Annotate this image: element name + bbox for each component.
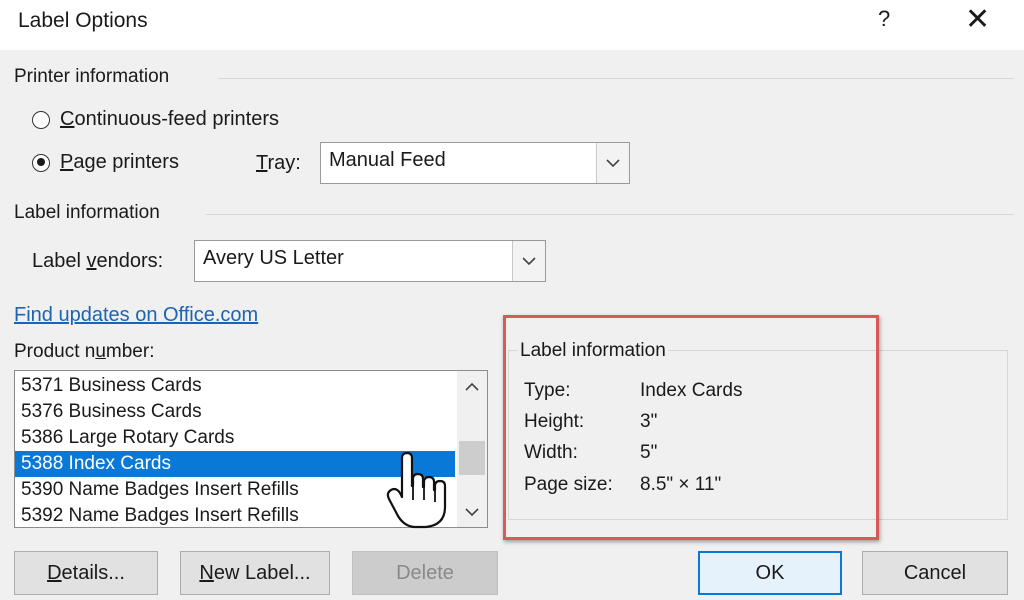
list-scrollbar[interactable]: [457, 371, 487, 527]
list-item[interactable]: 5371 Business Cards: [15, 373, 455, 399]
new-label-button[interactable]: New Label...: [180, 551, 330, 595]
find-updates-link[interactable]: Find updates on Office.com: [14, 304, 258, 327]
details-button[interactable]: Details...: [14, 551, 158, 595]
printer-info-heading: Printer information: [14, 66, 170, 87]
dialog-title: Label Options: [18, 9, 148, 32]
hand-pointer-icon: [386, 451, 448, 535]
page-printers-label: Page printers: [60, 151, 179, 173]
product-number-label: Product number:: [14, 341, 155, 362]
radio-circle-checked[interactable]: [32, 153, 50, 172]
chevron-down-icon[interactable]: [457, 499, 487, 525]
chevron-down-icon[interactable]: [596, 143, 629, 183]
label-vendors-label: Label vendors:: [32, 250, 164, 272]
tray-dropdown[interactable]: Manual Feed: [320, 142, 630, 184]
help-icon[interactable]: ?: [878, 6, 890, 32]
label-info-heading: Label information: [14, 202, 160, 223]
tray-value: Manual Feed: [329, 149, 446, 171]
ok-button[interactable]: OK: [698, 551, 842, 595]
group-divider: [218, 78, 1014, 79]
tray-label: Tray:: [256, 152, 301, 174]
chevron-down-icon[interactable]: [512, 241, 545, 281]
highlight-annotation: [503, 315, 879, 540]
radio-circle[interactable]: [32, 110, 50, 129]
close-icon[interactable]: ✕: [965, 2, 990, 37]
continuous-feed-label: Continuous-feed printers: [60, 108, 280, 130]
label-vendors-dropdown[interactable]: Avery US Letter: [194, 240, 546, 282]
page-printers-radio[interactable]: Page printers: [32, 151, 179, 174]
list-item[interactable]: 5386 Large Rotary Cards: [15, 425, 455, 451]
group-divider: [206, 214, 1014, 215]
chevron-up-icon[interactable]: [457, 373, 487, 399]
scrollbar-thumb[interactable]: [459, 441, 485, 475]
cancel-button[interactable]: Cancel: [862, 551, 1008, 595]
delete-button[interactable]: Delete: [352, 551, 498, 595]
title-bar: Label Options ? ✕: [0, 0, 1024, 50]
continuous-feed-radio[interactable]: Continuous-feed printers: [32, 108, 279, 131]
label-vendors-value: Avery US Letter: [203, 247, 344, 269]
list-item[interactable]: 5376 Business Cards: [15, 399, 455, 425]
